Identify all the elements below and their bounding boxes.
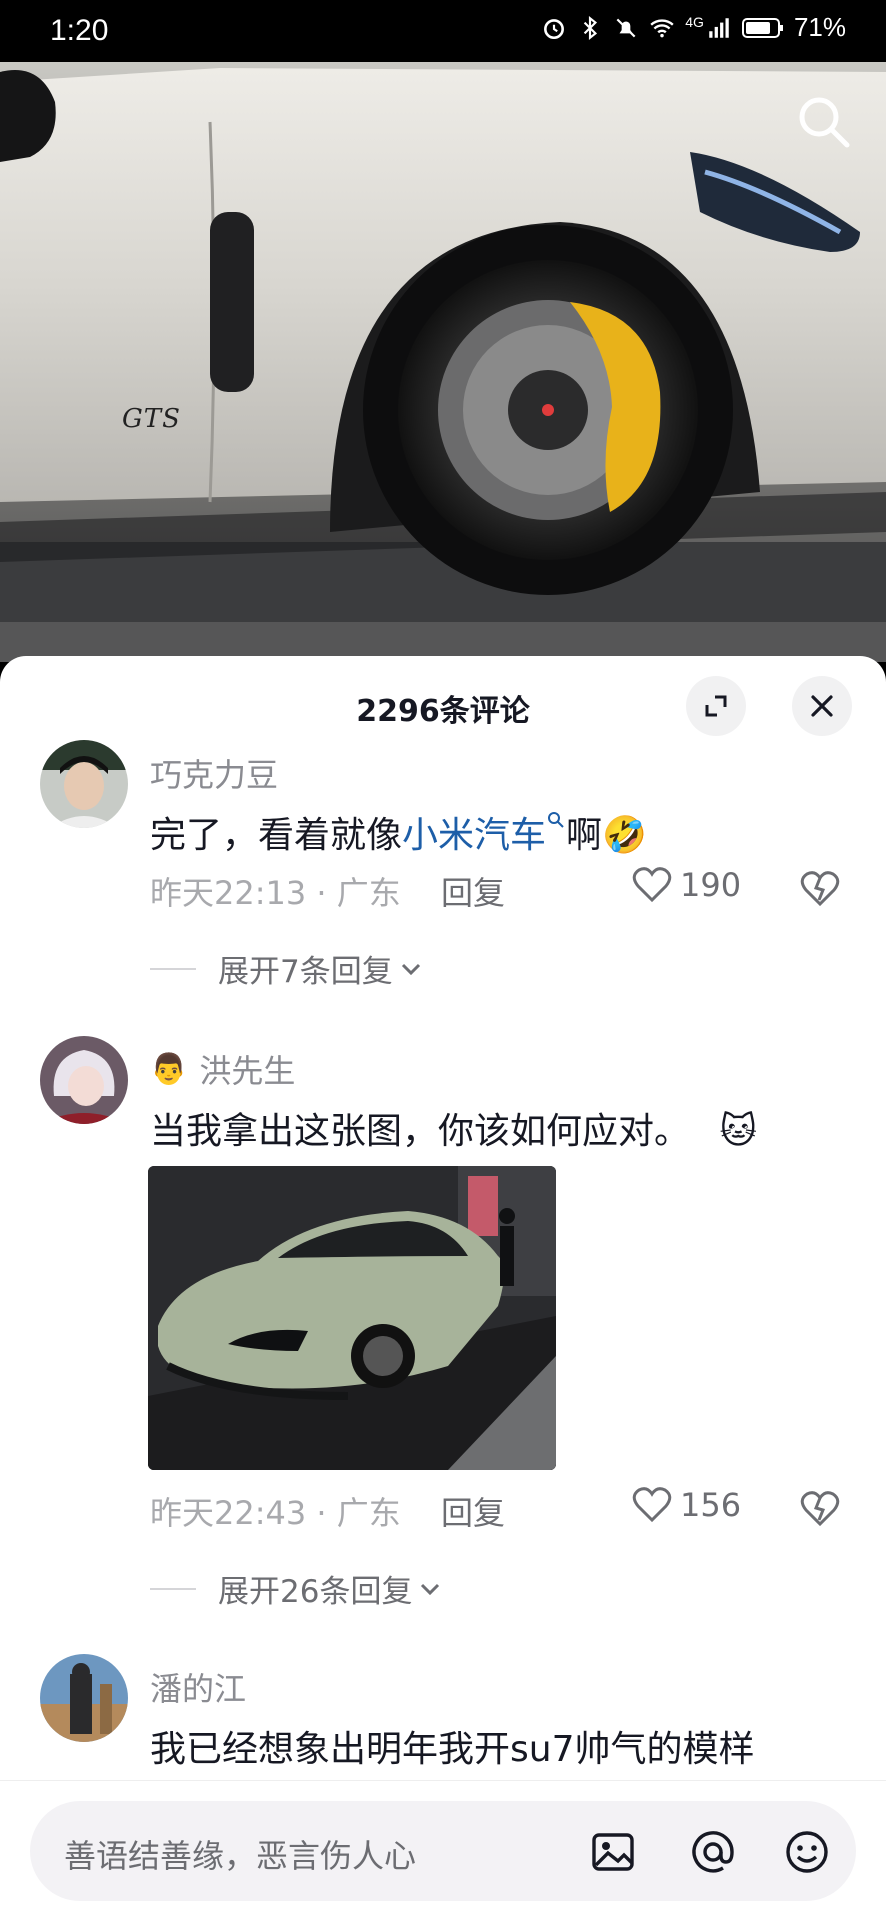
status-icons: 4G 71% xyxy=(541,12,846,43)
comment-author[interactable]: 潘的江 xyxy=(150,1664,246,1710)
like-button[interactable]: 190 xyxy=(632,866,741,904)
broken-heart-icon xyxy=(800,871,840,907)
comment-text-part: 完了，看着就像 xyxy=(150,815,403,856)
comment-time: 昨天22:43 xyxy=(150,1494,307,1532)
laugh-emoji: 🤣 xyxy=(602,815,647,856)
expand-replies-label: 展开7条回复 xyxy=(218,954,393,990)
comment-image[interactable] xyxy=(148,1166,556,1470)
comment-location: 广东 xyxy=(336,1494,401,1532)
reply-button[interactable]: 回复 xyxy=(441,874,505,912)
divider-line xyxy=(150,1587,196,1590)
comment-sheet: 2296条评论 巧克力豆 完了，看着就像小米汽车 啊🤣 昨天22:13 · 广东 … xyxy=(0,656,886,1920)
broken-heart-icon xyxy=(800,1491,840,1527)
search-icon xyxy=(799,97,850,148)
comment-text-part: 当我拿出这张图，你该如何应对。 xyxy=(150,1111,691,1152)
comment-text-part: 啊 xyxy=(566,815,603,856)
battery-level: 71% xyxy=(793,12,846,42)
close-icon xyxy=(811,695,833,717)
like-count: 156 xyxy=(680,1486,742,1524)
chevron-down-icon xyxy=(421,1583,440,1595)
expand-replies[interactable]: 展开7条回复 xyxy=(150,946,425,991)
fullscreen-button[interactable] xyxy=(686,676,746,736)
alarm-icon xyxy=(544,18,565,39)
comment-text: 我已经想象出明年我开su7帅气的模样 xyxy=(150,1729,755,1770)
mention-button[interactable] xyxy=(688,1827,738,1877)
like-button[interactable]: 156 xyxy=(632,1486,741,1524)
reply-button[interactable]: 回复 xyxy=(441,1494,505,1532)
search-link[interactable]: 小米汽车 xyxy=(402,815,546,856)
network-type: 4G xyxy=(685,13,704,30)
dislike-button[interactable] xyxy=(800,1490,840,1532)
chevron-down-icon xyxy=(401,963,420,975)
comment-location: 广东 xyxy=(336,874,401,912)
mute-bell-icon xyxy=(616,18,636,37)
comment-time: 昨天22:13 xyxy=(150,874,307,912)
emoji-button[interactable] xyxy=(782,1827,832,1877)
user-badge-emoji: 👨 xyxy=(150,1051,188,1087)
meta-separator: · xyxy=(316,1494,337,1532)
bluetooth-icon xyxy=(584,15,598,40)
at-icon xyxy=(692,1831,734,1873)
status-bar: 1:20 4G 71% xyxy=(0,0,886,62)
divider-line xyxy=(150,967,196,970)
car-scene-image xyxy=(0,62,886,662)
comment-input-placeholder: 善语结善缘，恶言伤人心 xyxy=(64,1837,417,1875)
car-badge: GTS xyxy=(122,404,181,434)
avatar[interactable] xyxy=(40,1654,128,1742)
dislike-button[interactable] xyxy=(800,870,840,912)
close-button[interactable] xyxy=(792,676,852,736)
car-photo xyxy=(148,1166,556,1470)
heart-icon xyxy=(632,867,672,903)
user-avatar-image xyxy=(40,1654,128,1742)
comment-author[interactable]: 👨 洪先生 xyxy=(150,1046,295,1092)
search-small-icon[interactable] xyxy=(546,810,566,830)
comment-count-title: 2296条评论 xyxy=(356,694,530,729)
signal-icon xyxy=(709,17,729,38)
like-count: 190 xyxy=(680,866,742,904)
status-time: 1:20 xyxy=(50,14,109,47)
smile-icon xyxy=(786,1831,828,1873)
author-name: 洪先生 xyxy=(199,1052,296,1090)
comment-meta: 昨天22:43 · 广东 回复 xyxy=(150,1488,505,1534)
user-avatar-image xyxy=(40,740,128,828)
avatar[interactable] xyxy=(40,1036,128,1124)
cat-emoji: 🐱 xyxy=(719,1111,757,1152)
video-player[interactable]: GTS xyxy=(0,62,886,662)
user-avatar-image xyxy=(40,1036,128,1124)
expand-replies[interactable]: 展开26条回复 xyxy=(150,1566,444,1611)
expand-icon xyxy=(705,695,727,717)
expand-replies-label: 展开26条回复 xyxy=(218,1574,413,1610)
comment-input-bar: 善语结善缘，恶言伤人心 xyxy=(0,1780,886,1920)
search-button[interactable] xyxy=(792,90,856,154)
meta-separator: · xyxy=(316,874,337,912)
image-button[interactable] xyxy=(588,1827,638,1877)
heart-icon xyxy=(632,1487,672,1523)
comment-text: 完了，看着就像小米汽车 啊🤣 xyxy=(150,806,647,858)
comment-input[interactable]: 善语结善缘，恶言伤人心 xyxy=(30,1801,856,1901)
comment-meta: 昨天22:13 · 广东 回复 xyxy=(150,868,505,914)
avatar[interactable] xyxy=(40,740,128,828)
comment-author[interactable]: 巧克力豆 xyxy=(150,750,278,796)
comment-text: 当我拿出这张图，你该如何应对。 🐱 xyxy=(150,1102,757,1154)
image-icon xyxy=(592,1833,634,1871)
wifi-icon xyxy=(650,18,674,37)
battery-icon xyxy=(741,17,783,38)
